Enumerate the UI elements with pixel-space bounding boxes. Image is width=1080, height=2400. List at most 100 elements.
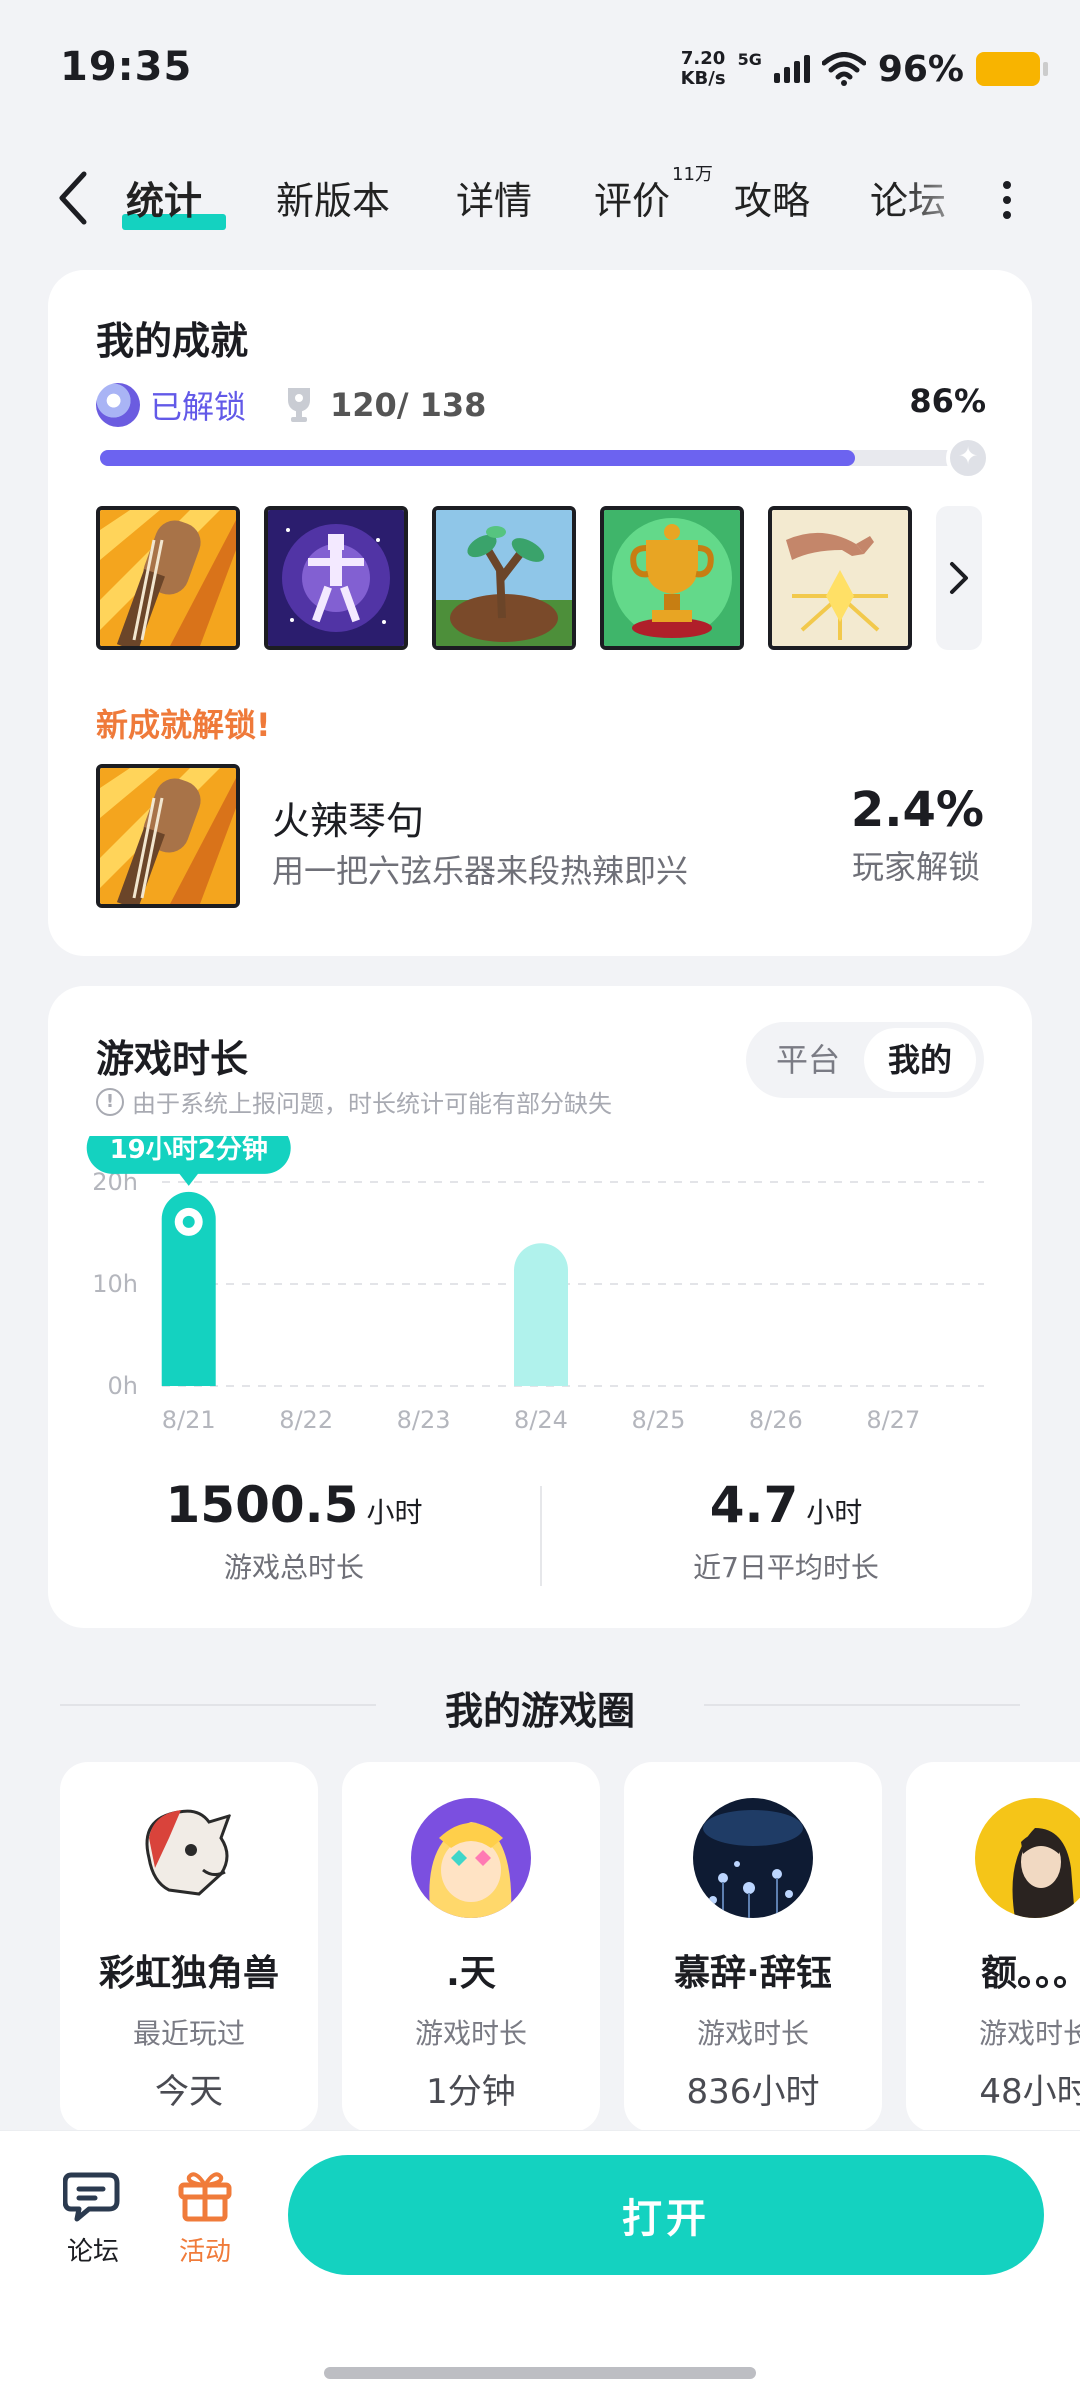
average-playtime-label: 近7日平均时长: [693, 1551, 879, 1584]
friend-stat-value: 836小时: [686, 2072, 820, 2112]
achievements-card[interactable]: 我的成就 已解锁 120/ 138 86% ✦ 新成就解锁! 火辣琴句 用一把六…: [48, 270, 1032, 956]
friend-name: .天: [446, 1953, 496, 1994]
chart-y-tick: 0h: [108, 1372, 138, 1400]
status-bar: 19:35 7.20 KB/s 5G 96%: [0, 0, 1080, 140]
activity-label: 活动: [178, 2237, 231, 2267]
more-options-icon[interactable]: [1000, 176, 1014, 226]
back-arrow-icon[interactable]: [50, 168, 100, 228]
average-playtime-unit: 小时: [806, 1496, 863, 1529]
friends-list: 彩虹独角兽 最近玩过 今天 .天 游戏时长 1分钟 慕辞·辞钰 游戏时长 836…: [60, 1762, 1080, 2132]
new-achievement-icon[interactable]: [96, 764, 240, 908]
average-playtime: 4.7 小时 近7日平均时长: [540, 1476, 1032, 1586]
new-achievement-label: 新成就解锁!: [96, 706, 271, 744]
new-achievement-description: 用一把六弦乐器来段热辣即兴: [272, 852, 689, 890]
more-achievements-button[interactable]: [936, 506, 982, 650]
playtime-chart: 0h10h20h19小时2分钟8/21 8/22 8/23 8/24 8/25 8/26 8…: [86, 1136, 984, 1434]
gift-icon: [178, 2172, 232, 2222]
guitar-achievement-icon[interactable]: [96, 506, 240, 650]
tab-new-version[interactable]: 新版本: [276, 170, 390, 225]
chart-x-tick: 8/24: [514, 1406, 568, 1434]
activity-nav[interactable]: 活动: [160, 2167, 250, 2268]
chart-bar-marker-dot: [182, 1215, 195, 1228]
wifi-icon: [821, 52, 866, 86]
friend-stat-label: 游戏时长: [414, 2017, 527, 2050]
tab-bar: 统计 新版本 详情 评价 11万 攻略 论坛: [0, 160, 1080, 240]
total-playtime-value: 1500.5: [165, 1476, 359, 1534]
avatar: [693, 1798, 813, 1918]
trophy-achievement-icon[interactable]: [600, 506, 744, 650]
playtime-toggle: 平台 我的: [746, 1022, 984, 1098]
friend-stat-value: 今天: [155, 2072, 223, 2112]
friend-card[interactable]: 彩虹独角兽 最近玩过 今天: [60, 1762, 318, 2132]
toggle-platform[interactable]: 平台: [754, 1028, 862, 1092]
chart-bar: [514, 1243, 568, 1386]
unlocked-badge-icon: [96, 383, 140, 427]
chart-y-tick: 10h: [92, 1270, 138, 1298]
network-type: 5G: [737, 49, 762, 69]
unlock-rate: 2.4%: [850, 782, 984, 838]
tab-reviews[interactable]: 评价: [594, 170, 670, 225]
unlock-summary: 已解锁 120/ 138: [96, 382, 486, 428]
friend-stat-label: 最近玩过: [132, 2017, 245, 2050]
golden-hand-achievement-icon[interactable]: [768, 506, 912, 650]
achievement-percent: 86%: [909, 382, 986, 420]
forum-label: 论坛: [66, 2237, 119, 2267]
forum-nav[interactable]: 论坛: [48, 2167, 138, 2268]
friend-name: 额。。。: [980, 1953, 1080, 1994]
trophy-icon: [288, 388, 311, 422]
chart-x-tick: 8/25: [631, 1406, 685, 1434]
playtime-summary: 1500.5 小时 游戏总时长 4.7 小时 近7日平均时长: [48, 1476, 1032, 1596]
total-playtime: 1500.5 小时 游戏总时长: [48, 1476, 540, 1586]
forum-chat-icon: [62, 2172, 120, 2222]
home-indicator[interactable]: [324, 2367, 756, 2379]
tab-guides[interactable]: 攻略: [734, 170, 810, 225]
friend-stat-value: 1分钟: [426, 2072, 516, 2112]
progress-fill: [100, 450, 856, 466]
chart-x-tick: 8/22: [279, 1406, 333, 1434]
friend-card[interactable]: .天 游戏时长 1分钟: [342, 1762, 600, 2132]
status-icons: 7.20 KB/s 5G 96%: [680, 44, 1048, 94]
game-circle-title: 我的游戏圈: [444, 1689, 635, 1733]
friend-stat-value: 48小时: [979, 2072, 1080, 2112]
tab-stats[interactable]: 统计: [126, 170, 202, 225]
star-figure-achievement-icon[interactable]: [264, 506, 408, 650]
unlocked-label: 已解锁: [150, 388, 247, 426]
total-playtime-unit: 小时: [366, 1496, 423, 1529]
signal-icon: [773, 55, 810, 83]
info-icon: !: [96, 1087, 124, 1116]
avatar: [411, 1798, 531, 1918]
friend-card[interactable]: 慕辞·辞钰 游戏时长 836小时: [624, 1762, 882, 2132]
avatar: [975, 1798, 1080, 1918]
sparkle-icon: [946, 436, 990, 480]
achievements-title: 我的成就: [96, 319, 249, 363]
toggle-mine[interactable]: 我的: [864, 1028, 976, 1092]
reviews-count-badge: 11万: [672, 164, 713, 185]
bottom-bar: 论坛 活动 打开: [0, 2130, 1080, 2400]
chart-x-tick: 8/21: [162, 1406, 216, 1434]
friend-name: 慕辞·辞钰: [674, 1953, 832, 1994]
sapling-achievement-icon[interactable]: [432, 506, 576, 650]
friend-stat-label: 游戏时长: [978, 2017, 1080, 2050]
chart-x-tick: 8/26: [749, 1406, 803, 1434]
friend-name: 彩虹独角兽: [98, 1953, 279, 1994]
status-time: 19:35: [60, 44, 193, 90]
notice-text: 由于系统上报问题，时长统计可能有部分缺失: [132, 1090, 612, 1118]
avatar: [129, 1798, 249, 1918]
chevron-right-icon: [950, 562, 968, 594]
playtime-card: 游戏时长 ! 由于系统上报问题，时长统计可能有部分缺失 平台 我的 0h 10h 2…: [48, 986, 1032, 1628]
battery-icon: [976, 52, 1048, 86]
open-game-button[interactable]: 打开: [288, 2155, 1044, 2275]
game-circle-header: 我的游戏圈: [60, 1680, 1020, 1733]
average-playtime-value: 4.7: [709, 1476, 799, 1534]
tab-details[interactable]: 详情: [456, 170, 532, 225]
battery-percent: 96%: [877, 48, 964, 90]
friend-card[interactable]: 额。。。 游戏时长 48小时: [906, 1762, 1080, 2132]
achievement-count: 120/ 138: [330, 386, 487, 424]
achievement-thumbnails: [96, 506, 912, 650]
chart-x-tick: 8/23: [397, 1406, 451, 1434]
playtime-title: 游戏时长: [96, 1037, 249, 1081]
new-achievement-name: 火辣琴句: [272, 799, 425, 843]
network-speed: 7.20 KB/s: [680, 48, 726, 89]
chart-tooltip-arrow: [178, 1172, 199, 1186]
data-notice: ! 由于系统上报问题，时长统计可能有部分缺失: [96, 1084, 612, 1119]
